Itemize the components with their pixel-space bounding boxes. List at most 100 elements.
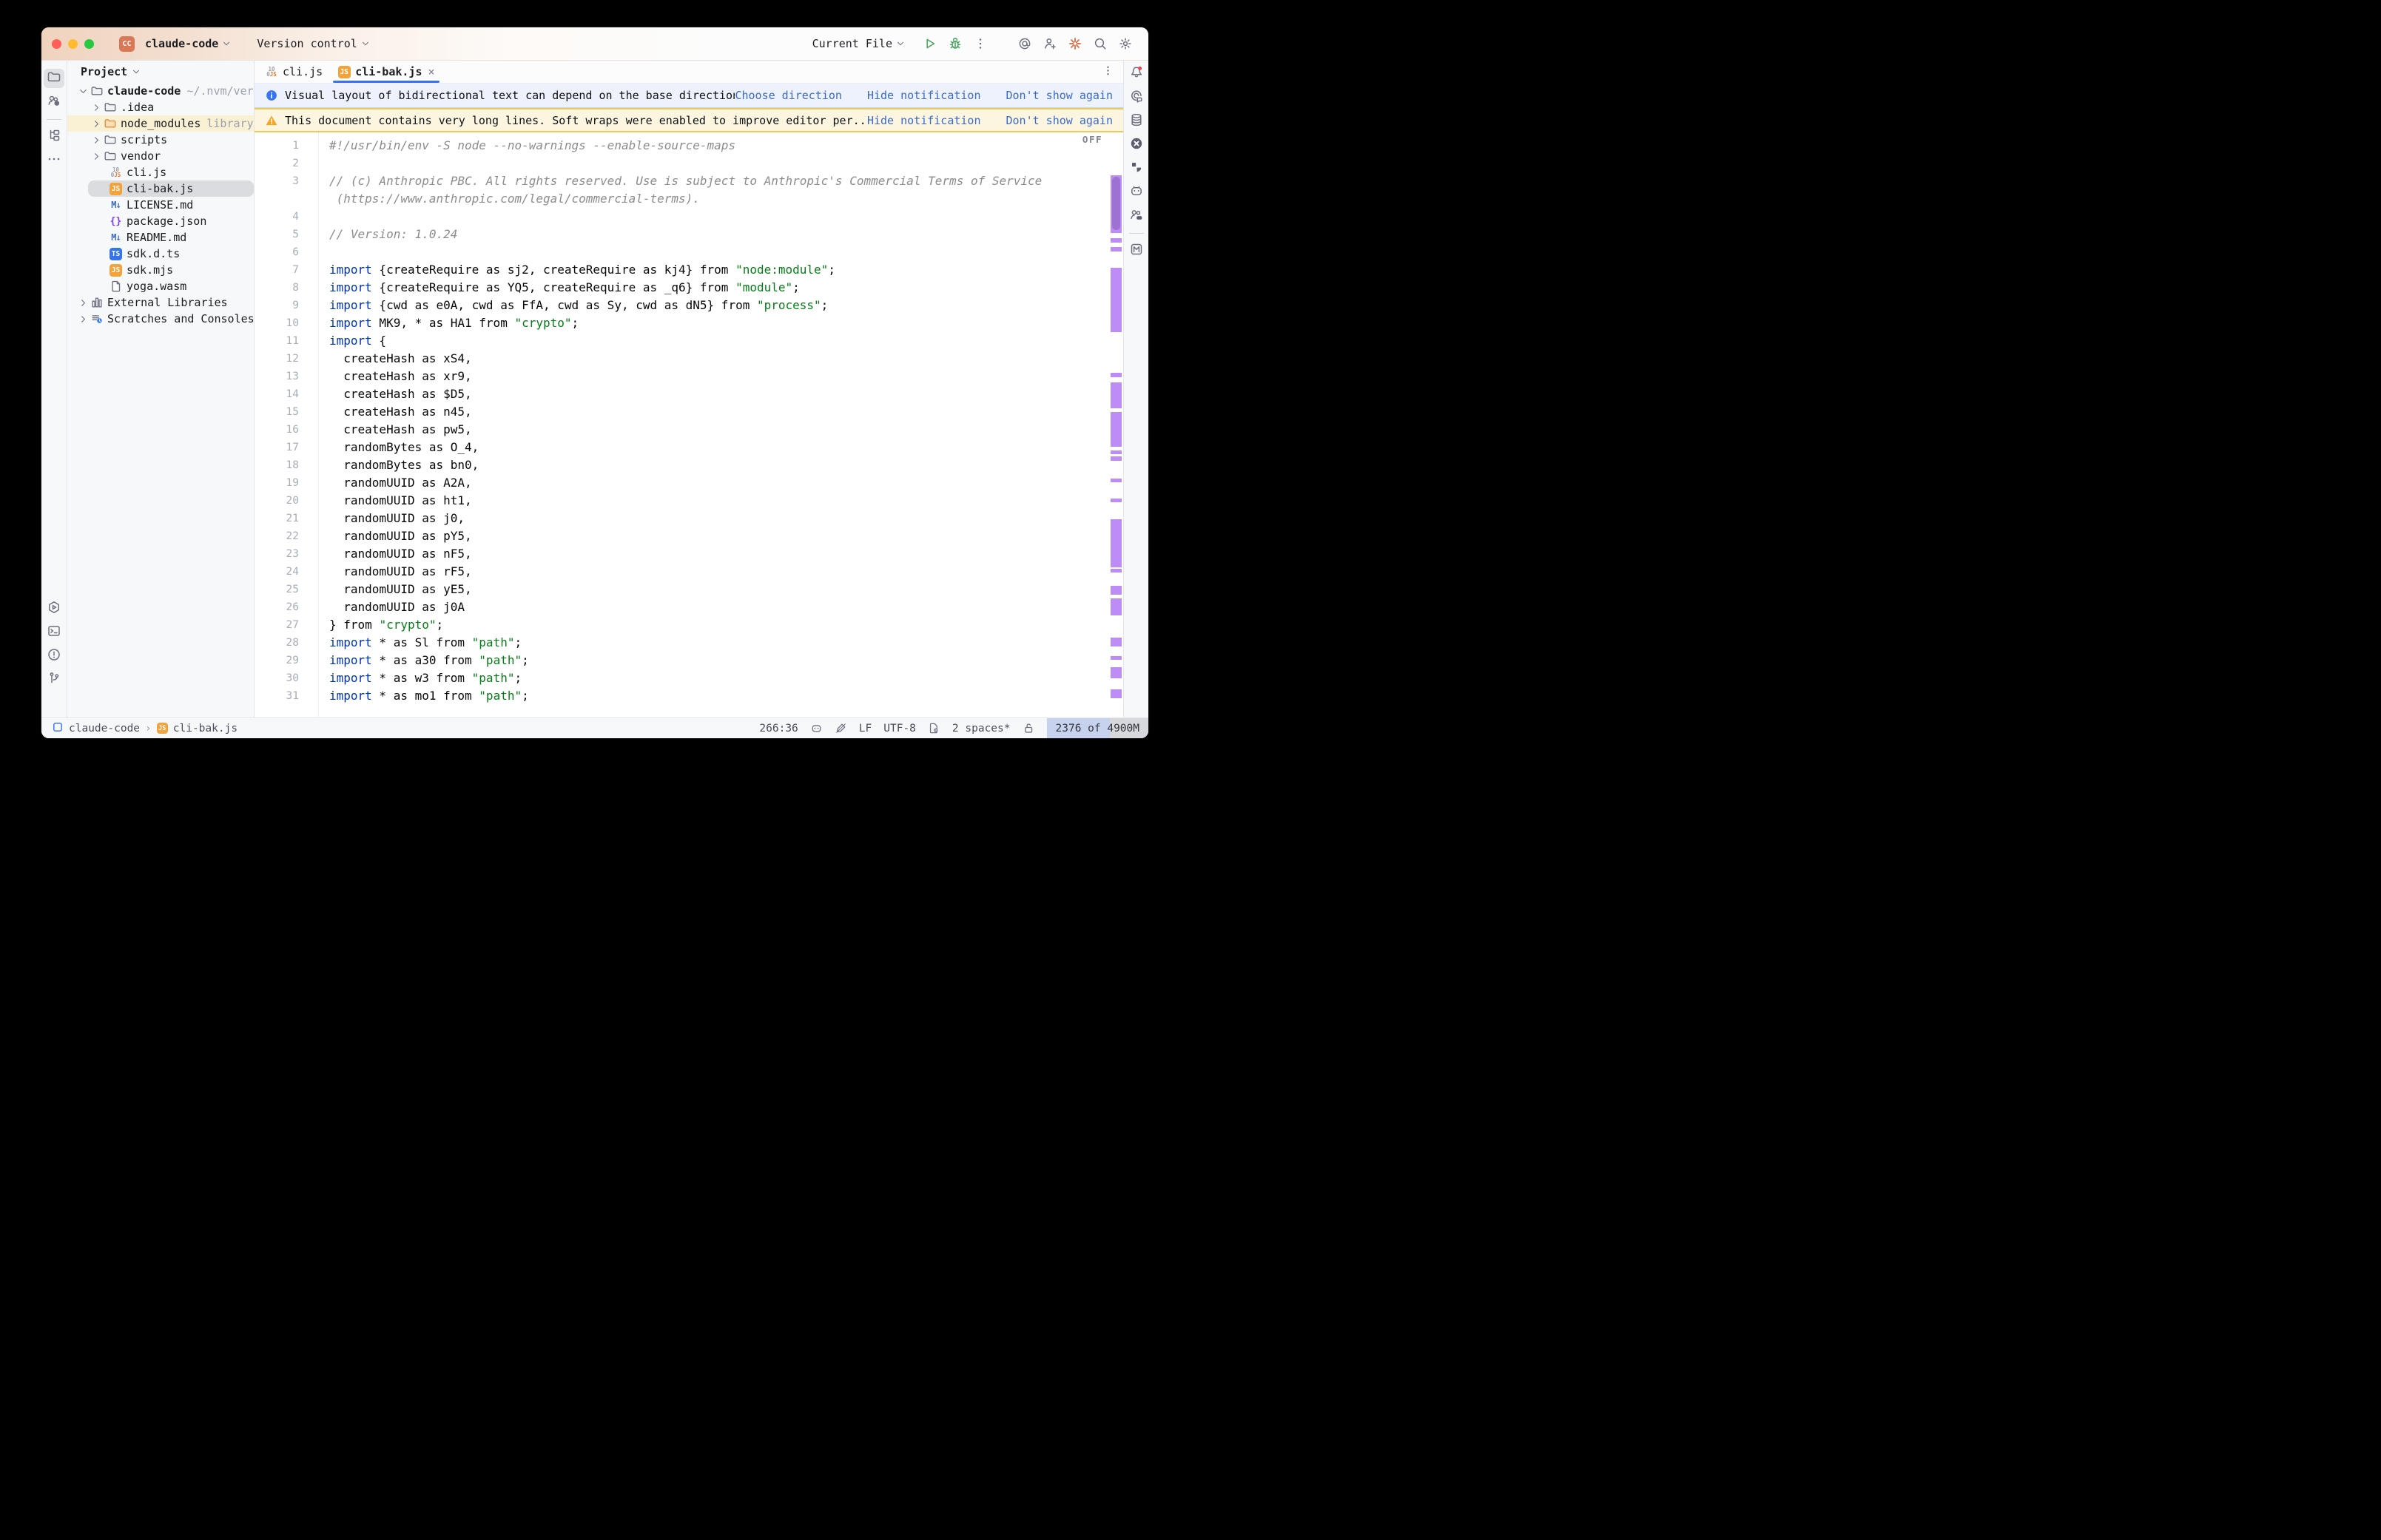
chevron-right-icon[interactable] [90,118,103,129]
code-text [318,243,329,261]
run-configuration-selector[interactable]: Current File [806,34,912,53]
project-folder-button[interactable] [44,69,64,88]
tree-item-claude-code[interactable]: claude-code~/.nvm/vers [67,83,254,99]
ai-chat-button[interactable] [1126,88,1147,107]
chevron-right-icon[interactable] [76,314,90,325]
tab-options-button[interactable] [1102,64,1123,80]
tab-cli-bak-js[interactable]: JScli-bak.js× [330,61,442,83]
chevron-right-icon[interactable] [90,151,103,162]
tree-item-yoga-wasm[interactable]: yoga.wasm [67,278,254,294]
more-actions-button[interactable] [969,33,991,54]
settings-button[interactable] [1114,33,1136,54]
stripe-mark [1111,412,1122,447]
tree-item-license-md[interactable]: M↓ LICENSE.md [67,197,254,213]
code-line: 12 createHash as xS4, [255,350,1123,368]
stripe-mark [1111,689,1122,698]
project-menu[interactable]: claude-code [139,34,238,53]
tree-item-external-libraries[interactable]: External Libraries [67,294,254,311]
mentions-button[interactable] [1014,33,1036,54]
chevron-down-icon[interactable] [76,86,90,97]
tree-item-node-modules[interactable]: node_moduleslibrary [67,115,254,132]
indent[interactable]: 2 spaces* [952,718,1011,738]
breadcrumb-file[interactable]: cli-bak.js [173,723,238,734]
scrollbar-error-stripe[interactable] [1111,132,1122,717]
chevron-right-icon[interactable] [90,102,103,113]
banner-link-hide-notification[interactable]: Hide notification [867,89,981,102]
tree-item--idea[interactable]: .idea [67,99,254,115]
md-icon: M↓ [109,198,123,212]
git-branch-button[interactable] [44,670,64,689]
js-file-icon: JS [157,723,168,734]
tool-strip-divider [47,119,61,120]
project-folder-icon [47,70,61,87]
robot-button[interactable] [1126,183,1147,202]
tree-item-scripts[interactable]: scripts [67,132,254,148]
services-button[interactable] [44,599,64,618]
code-text: randomUUID as yE5, [318,581,472,598]
problems-button[interactable] [44,646,64,666]
scratches-icon [90,312,104,326]
run-button[interactable] [919,33,941,54]
tree-item-label: sdk.mjs [127,263,173,277]
database-button[interactable] [1126,112,1147,131]
chevron-right-icon[interactable] [90,135,103,146]
stripe-mark [1111,667,1122,678]
breadcrumb-project[interactable]: claude-code [69,723,140,734]
tree-item-sdk-d-ts[interactable]: TSsdk.d.ts [67,246,254,262]
highlighting-level-widget[interactable]: OFF [1082,134,1102,145]
copilot-icon[interactable] [810,718,823,738]
code-line: (https://www.anthropic.com/legal/commerc… [255,190,1123,208]
people-help-icon: ? [47,93,61,111]
tab-cli-js[interactable]: 100JScli.js [257,61,330,83]
structure-button[interactable] [44,127,64,146]
memory-indicator[interactable]: 2376 of 4900M [1047,718,1149,738]
folder-icon [90,84,104,98]
x-circle-button[interactable] [1126,135,1147,155]
js-lines-icon: 100JS [265,65,278,78]
tree-item-scratches-and-consoles[interactable]: Scratches and Consoles [67,311,254,327]
banner-link-don-t-show-again[interactable]: Don't show again [1006,89,1114,102]
tree-item-label: claude-code [107,84,181,98]
line-separator[interactable]: LF [859,718,872,738]
file-settings-icon[interactable] [928,718,940,738]
highlight-off-icon[interactable] [835,718,847,738]
tree-item-cli-js[interactable]: 100JScli.js [67,164,254,180]
banner-link-choose-direction[interactable]: Choose direction [735,89,842,102]
tree-item-vendor[interactable]: vendor [67,148,254,164]
encoding[interactable]: UTF-8 [883,718,916,738]
code-with-me-button[interactable] [1039,33,1061,54]
banner-link-hide-notification[interactable]: Hide notification [867,114,981,127]
folder-orange-icon [103,117,117,131]
caret-position[interactable]: 266:36 [759,718,798,738]
shapes-button[interactable] [1126,159,1147,178]
unlock-icon[interactable] [1023,718,1035,738]
code-line: 21 randomUUID as j0, [255,510,1123,527]
tree-item-cli-bak-js[interactable]: JScli-bak.js [88,180,254,197]
code-text: // (c) Anthropic PBC. All rights reserve… [318,172,1042,190]
bell-button[interactable] [1126,64,1147,84]
minimize-window-button[interactable] [68,39,78,49]
debug-button[interactable] [944,33,966,54]
m-square-button[interactable] [1126,241,1147,260]
close-window-button[interactable] [52,39,61,49]
tree-item-sdk-mjs[interactable]: JSsdk.mjs [67,262,254,278]
more-button[interactable] [44,151,64,170]
version-control-menu[interactable]: Version control [251,34,376,53]
maximize-window-button[interactable] [84,39,94,49]
scrollbar-thumb[interactable] [1112,177,1120,230]
tree-item-label: LICENSE.md [127,198,193,212]
line-number: 20 [255,492,318,510]
tree-item-package-json[interactable]: {}package.json [67,213,254,229]
code-text: import { [318,332,386,350]
terminal-button[interactable] [44,623,64,642]
people-help-button[interactable]: ? [44,92,64,112]
claude-assistant-button[interactable] [1064,33,1086,54]
people-chat-button[interactable] [1126,206,1147,226]
tree-item-readme-md[interactable]: M↓README.md [67,229,254,246]
chevron-right-icon[interactable] [76,297,90,308]
close-tab-icon[interactable]: × [428,65,435,78]
banner-link-don-t-show-again[interactable]: Don't show again [1006,114,1114,127]
search-everywhere-button[interactable] [1089,33,1111,54]
project-panel-header[interactable]: Project [67,61,254,83]
code-editor[interactable]: 1#!/usr/bin/env -S node --no-warnings --… [255,132,1123,717]
